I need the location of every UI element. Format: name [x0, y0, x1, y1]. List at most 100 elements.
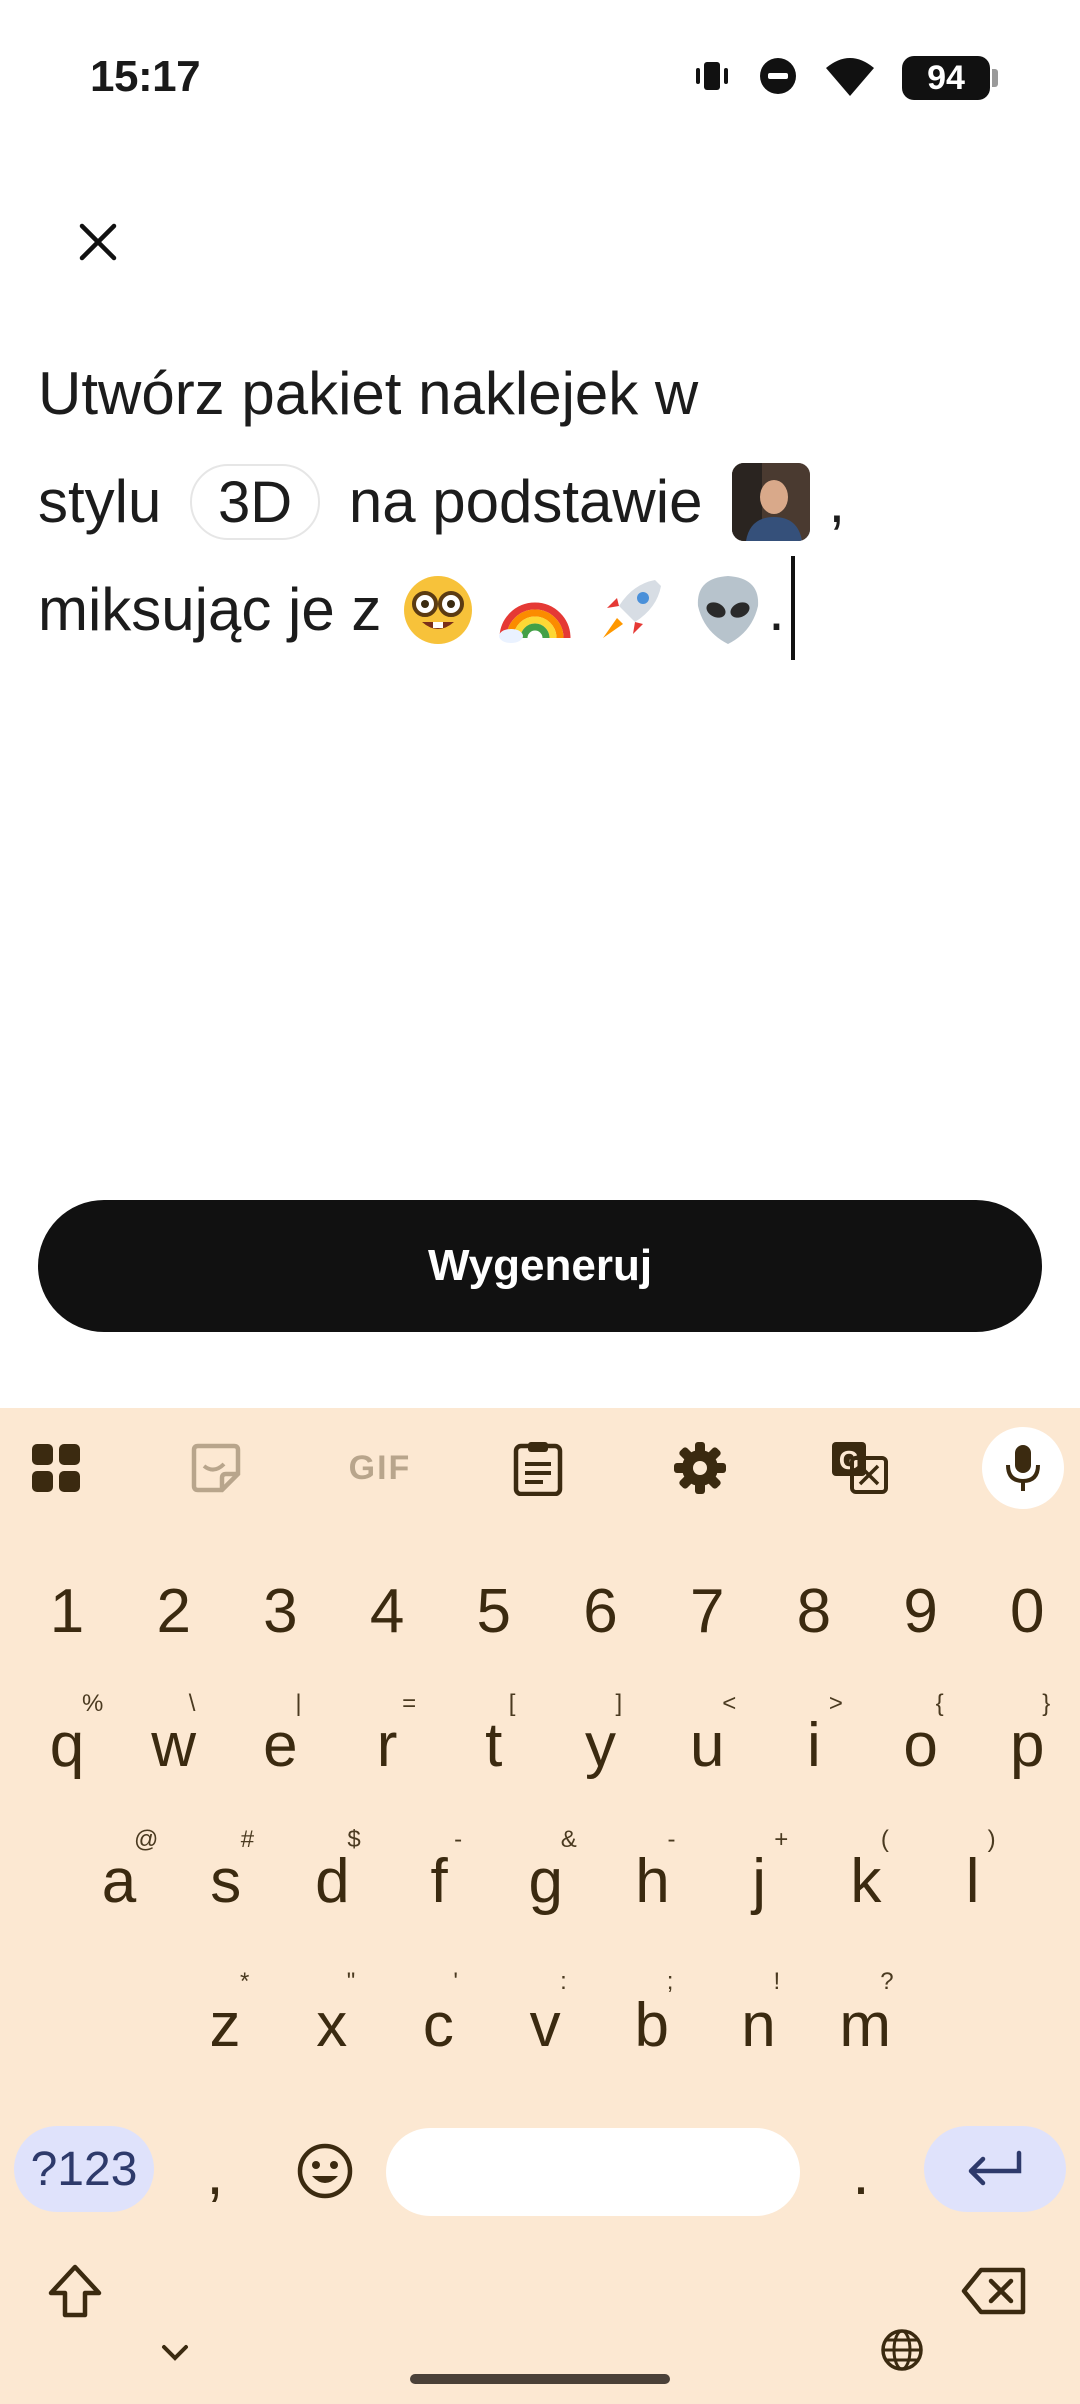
key-d[interactable]: d [279, 1826, 385, 1936]
key-h[interactable]: h [600, 1826, 706, 1936]
apps-grid-icon[interactable] [18, 1430, 94, 1506]
key-x[interactable]: x [279, 1970, 385, 2080]
microphone-icon[interactable] [982, 1427, 1064, 1509]
prompt-editor[interactable]: Utwórz pakiet naklejek w stylu 3D na pod… [38, 340, 1038, 666]
key-hint: * [240, 1968, 250, 1995]
key-5[interactable]: 5 [441, 1556, 547, 1666]
key-j[interactable]: j [706, 1826, 812, 1936]
key-c[interactable]: c [385, 1970, 491, 2080]
key-s[interactable]: s [173, 1826, 279, 1936]
key-6[interactable]: 6 [548, 1556, 654, 1666]
key-hint: - [454, 1826, 463, 1853]
rainbow-emoji-icon[interactable] [497, 572, 573, 648]
key-u[interactable]: u [654, 1690, 760, 1800]
clipboard-icon[interactable] [500, 1430, 576, 1506]
status-time: 15:17 [90, 52, 201, 101]
close-icon [79, 223, 117, 261]
key-hint: & [560, 1826, 577, 1853]
key-p[interactable]: p [974, 1690, 1080, 1800]
key-y[interactable]: y [548, 1690, 654, 1800]
key-hint: ] [615, 1690, 623, 1717]
symbols-key[interactable]: ?123 [14, 2126, 154, 2212]
key-hint: ! [773, 1968, 781, 1995]
key-w[interactable]: w [121, 1690, 227, 1800]
key-hint: @ [134, 1826, 159, 1853]
text-cursor [790, 556, 795, 661]
rocket-emoji-icon[interactable] [593, 572, 669, 648]
status-bar: 15:17 94 [0, 0, 1080, 160]
translate-icon[interactable]: G [822, 1430, 898, 1506]
key-hint: + [774, 1826, 789, 1853]
reference-photo-thumbnail[interactable] [732, 463, 811, 542]
key-k[interactable]: k [813, 1826, 919, 1936]
key-z[interactable]: z [172, 1970, 278, 2080]
language-button[interactable] [880, 2324, 924, 2376]
key-e[interactable]: e [227, 1690, 333, 1800]
prompt-line-3: miksując je z . [38, 556, 1038, 666]
shift-key[interactable] [30, 2246, 120, 2336]
key-t[interactable]: t [441, 1690, 547, 1800]
key-3[interactable]: 3 [227, 1556, 333, 1666]
comma-label: , [206, 2138, 224, 2208]
key-hint: > [828, 1690, 843, 1717]
key-b[interactable]: b [599, 1970, 705, 2080]
period-key[interactable]: . [826, 2128, 896, 2218]
key-hint: $ [347, 1826, 361, 1853]
emoji-key[interactable] [282, 2126, 368, 2216]
backspace-key[interactable] [948, 2246, 1040, 2336]
key-f[interactable]: f [386, 1826, 492, 1936]
key-hint: ; [666, 1968, 674, 1995]
key-0[interactable]: 0 [974, 1556, 1080, 1666]
prompt-text: Utwórz pakiet naklejek w [38, 360, 699, 427]
home-indicator[interactable] [410, 2374, 670, 2384]
backspace-icon [961, 2267, 1026, 2315]
key-m[interactable]: m [812, 1970, 918, 2080]
key-1[interactable]: 1 [14, 1556, 120, 1666]
wifi-icon [824, 54, 876, 103]
style-chip[interactable]: 3D [190, 464, 321, 541]
key-4[interactable]: 4 [334, 1556, 440, 1666]
keyboard-collapse-button[interactable] [150, 2328, 200, 2378]
close-button[interactable] [64, 208, 132, 276]
key-9[interactable]: 9 [868, 1556, 974, 1666]
key-o[interactable]: o [868, 1690, 974, 1800]
key-g[interactable]: g [493, 1826, 599, 1936]
gear-icon[interactable] [662, 1430, 738, 1506]
vibrate-icon [692, 56, 732, 101]
space-key[interactable] [386, 2128, 800, 2216]
gif-button[interactable]: GIF [340, 1430, 420, 1506]
generate-button[interactable]: Wygeneruj [38, 1200, 1042, 1332]
key-7[interactable]: 7 [654, 1556, 760, 1666]
key-l[interactable]: l [920, 1826, 1026, 1936]
key-8[interactable]: 8 [761, 1556, 867, 1666]
key-hint: # [240, 1826, 255, 1853]
key-hint: { [935, 1690, 944, 1717]
key-hint: : [560, 1968, 567, 1995]
key-hint: = [402, 1690, 417, 1717]
gif-label: GIF [348, 1448, 412, 1487]
key-hint: [ [508, 1690, 516, 1717]
key-hint: } [1042, 1690, 1051, 1717]
shift-icon [48, 2264, 102, 2318]
enter-key[interactable] [924, 2126, 1066, 2212]
key-n[interactable]: n [706, 1970, 812, 2080]
comma-key[interactable]: , [180, 2128, 250, 2218]
key-hint: | [295, 1690, 302, 1717]
key-i[interactable]: i [761, 1690, 867, 1800]
key-v[interactable]: v [492, 1970, 598, 2080]
key-q[interactable]: q [14, 1690, 120, 1800]
symbols-label: ?123 [30, 2142, 138, 2196]
sticker-icon[interactable] [178, 1430, 254, 1506]
key-hint: % [82, 1690, 104, 1717]
globe-icon [881, 2329, 923, 2371]
key-2[interactable]: 2 [121, 1556, 227, 1666]
keyboard: GIF G 1 2 3 4 5 6 7 8 9 0 q% w \ e | r = t[y] u < i > o{p} a @ s #… [0, 1408, 1080, 2404]
prompt-line-1: Utwórz pakiet naklejek w [38, 340, 1038, 448]
key-hint: ( [880, 1826, 889, 1853]
prompt-text: , [828, 468, 846, 535]
nerd-face-emoji-icon[interactable] [400, 572, 476, 648]
key-r[interactable]: r [334, 1690, 440, 1800]
keyboard-toolbar: GIF G [0, 1408, 1080, 1528]
alien-emoji-icon[interactable] [690, 572, 766, 648]
battery-level: 94 [927, 58, 965, 97]
